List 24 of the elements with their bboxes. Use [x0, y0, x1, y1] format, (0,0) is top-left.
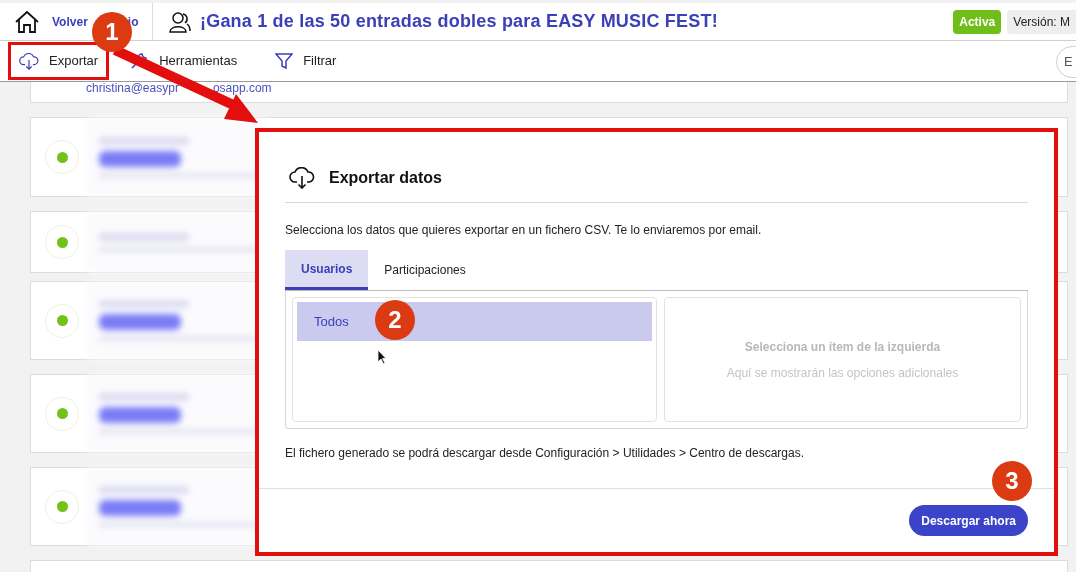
tab[interactable]: Usuarios [285, 250, 369, 290]
home-icon [14, 9, 40, 34]
cursor-icon [377, 349, 387, 365]
dialog-note: El fichero generado se podrá descargar desde Configuración > Utilidades > Centro de descargas. [285, 445, 805, 462]
email-text: christina@easypr [86, 82, 179, 95]
toolbar-button[interactable]: Herramientas [129, 51, 238, 71]
cloud-download-icon [19, 52, 39, 70]
dialog-description: Selecciona los datos que quieres exportar en un fichero CSV. Te lo enviaremos por email. [285, 222, 763, 239]
filter-icon [275, 52, 294, 70]
toolbar-button[interactable]: Filtrar [275, 51, 337, 71]
email-text: osapp.com [212, 82, 272, 95]
empty-state-title: Selecciona un ítem de la izquierda [744, 338, 941, 356]
wrench-icon [129, 51, 150, 71]
download-button[interactable]: Descargar ahora [909, 505, 1028, 536]
home-link[interactable]: Volver [52, 12, 88, 31]
toolbar-button[interactable]: Exportar [8, 42, 110, 80]
empty-state-hint: Aquí se mostrarán las opciones adicionales [726, 364, 959, 382]
tab[interactable]: Participaciones [368, 250, 482, 290]
dialog-title: Exportar datos [329, 168, 442, 188]
users-icon [168, 9, 192, 34]
page-title: ¡Gana 1 de las 50 entradas dobles para EASY MUSIC FEST! [200, 10, 718, 33]
status-badge: Activa [953, 9, 1002, 34]
version-chip: Versión: M [1007, 9, 1076, 34]
cloud-download-icon [289, 166, 315, 190]
